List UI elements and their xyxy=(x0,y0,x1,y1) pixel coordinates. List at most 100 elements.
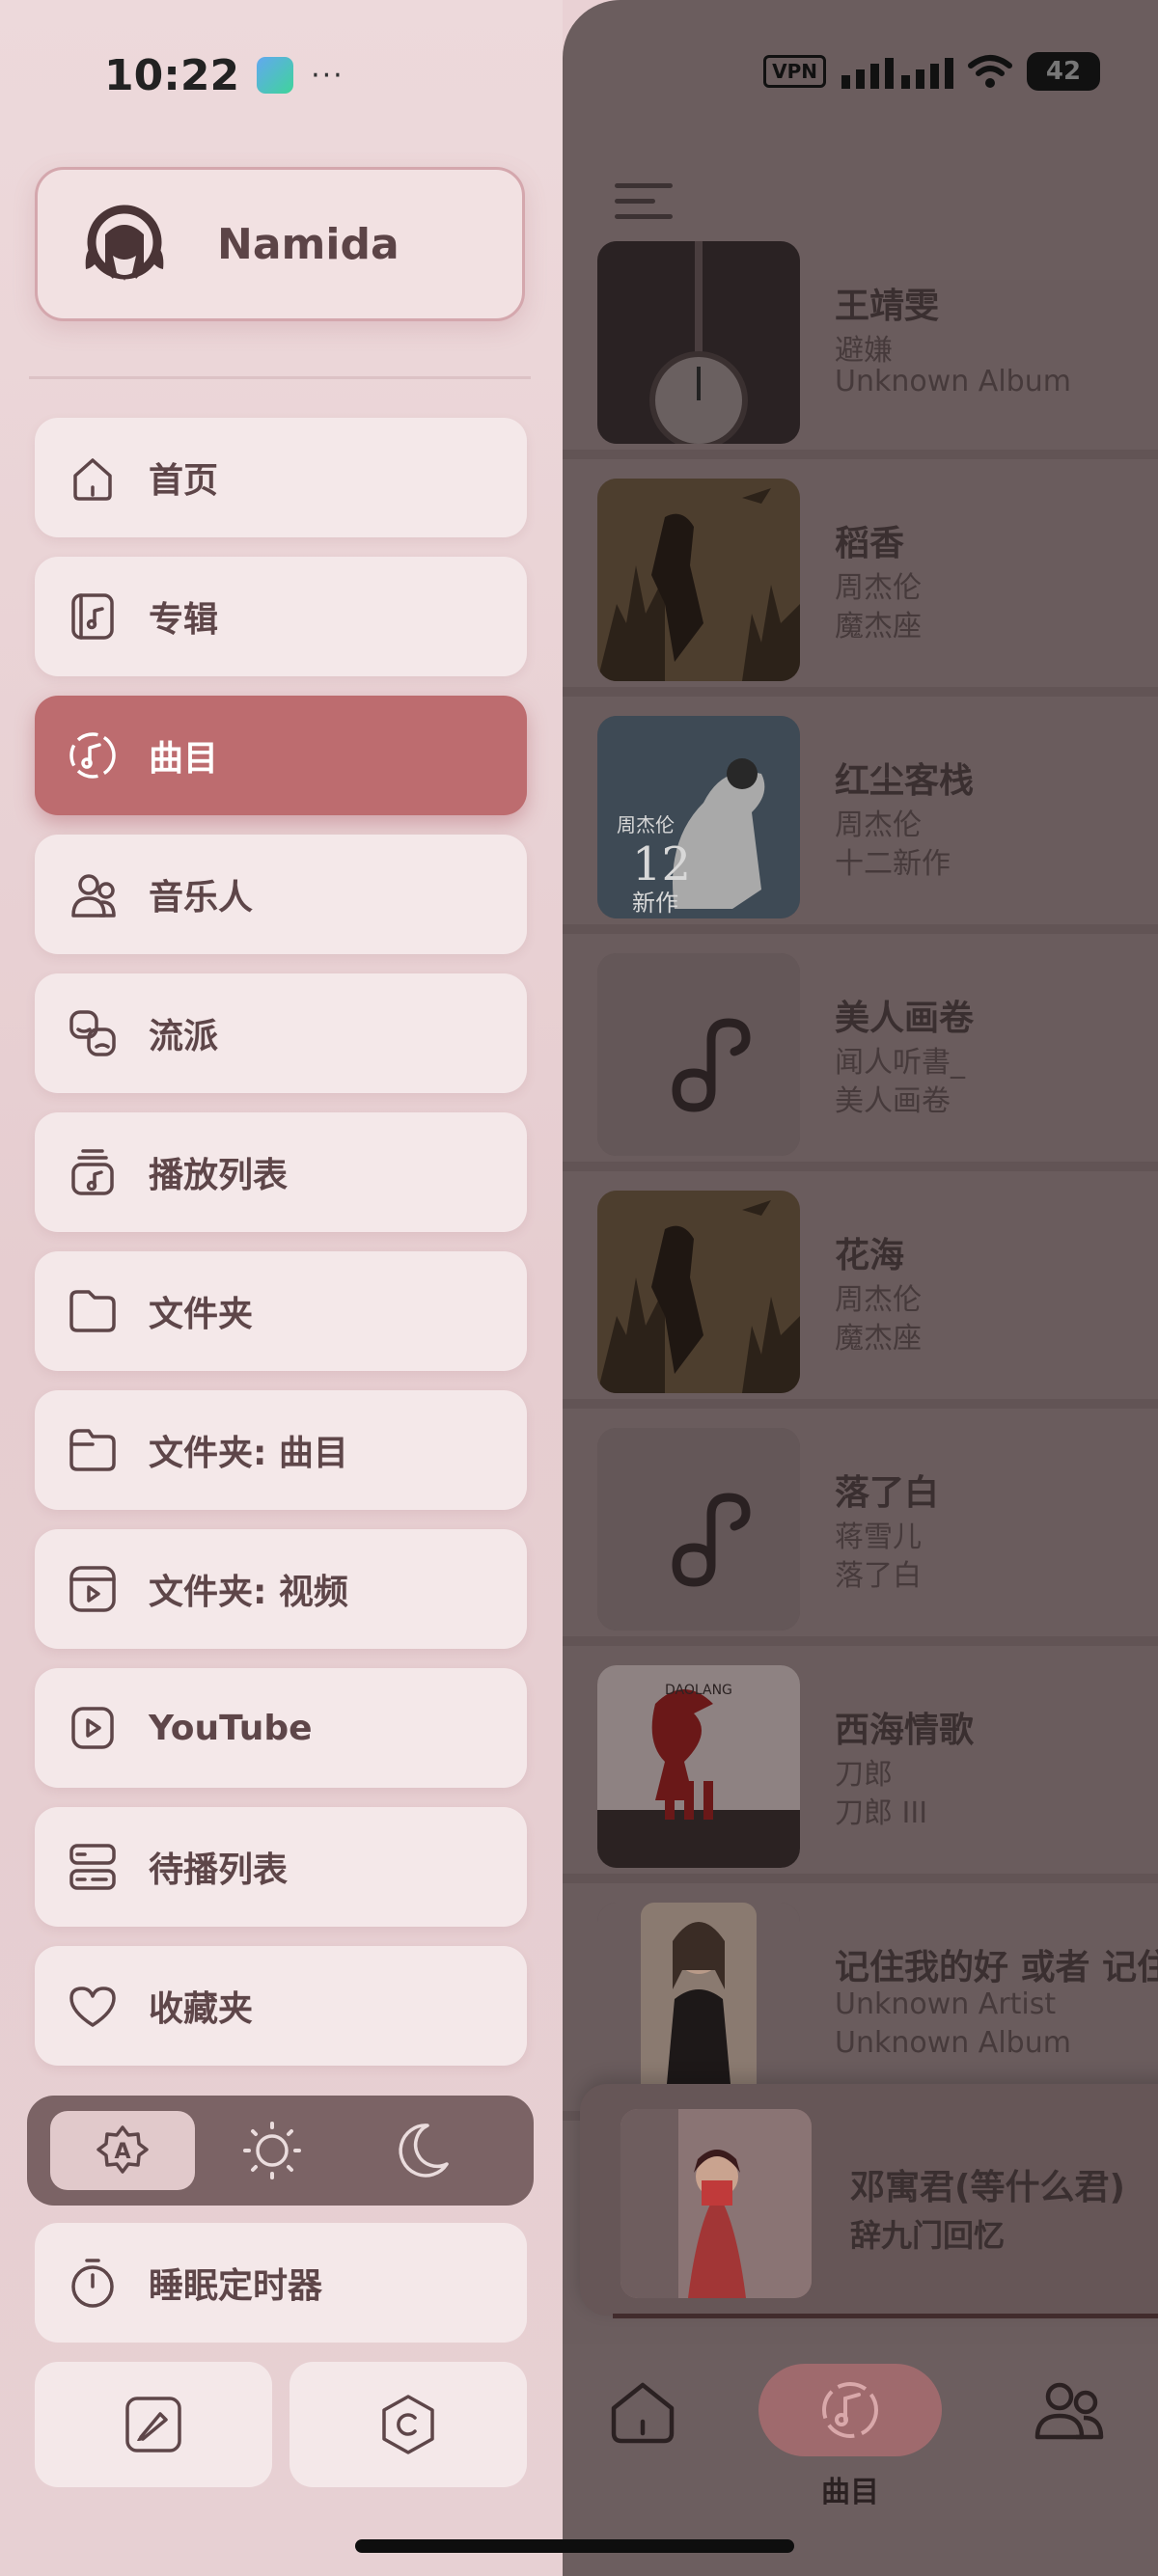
horse-cover-sub: 新作 xyxy=(632,890,678,917)
heart-icon xyxy=(69,1987,116,2027)
artists-icon xyxy=(1034,2382,1104,2440)
nav-home[interactable] xyxy=(590,2364,696,2456)
drawer-item-label: 首页 xyxy=(149,461,219,501)
track-title: 稻香 xyxy=(835,524,905,563)
tracks-page-overlay[interactable]: VPN 42 王靖雯 避嫌 Unknown Album 稻香 周杰伦 魔杰座 周杰伦 12 新作… xyxy=(563,0,1158,2576)
folder-icon xyxy=(69,1290,116,1332)
track-album: 美人画卷 xyxy=(835,1084,951,1118)
profile-card[interactable]: Namida xyxy=(35,167,525,321)
horse-cover-brand: 周杰伦 xyxy=(617,813,675,836)
track-artist: 蒋雪儿 xyxy=(835,1521,922,1554)
drawer-item-0[interactable]: 首页 xyxy=(35,418,527,537)
battery-indicator: 42 xyxy=(1027,52,1100,91)
drawer-item-1[interactable]: 专辑 xyxy=(35,557,527,676)
track-album: Unknown Album xyxy=(835,365,1071,398)
playback-progress[interactable] xyxy=(613,2314,1158,2318)
track-title: 王靖雯 xyxy=(835,287,940,326)
track-cover xyxy=(597,241,800,444)
drawer-item-label: 文件夹 xyxy=(149,1295,254,1334)
daolang-cover-text: DAOLANG xyxy=(665,1683,732,1698)
track-row[interactable]: 稻香 周杰伦 魔杰座 xyxy=(563,459,1158,697)
queue-icon xyxy=(69,1844,116,1890)
home-icon xyxy=(611,2382,675,2444)
drawer-item-8[interactable]: 文件夹: 视频 xyxy=(35,1529,527,1649)
track-row[interactable]: 花海 周杰伦 魔杰座 xyxy=(563,1171,1158,1409)
nav-tracks[interactable]: 曲目 xyxy=(758,2364,942,2510)
track-artist: 周杰伦 xyxy=(835,808,922,842)
signal-icon xyxy=(841,58,953,89)
drawer-item-10[interactable]: 待播列表 xyxy=(35,1807,527,1927)
now-playing-subtitle: 辞九门回忆 xyxy=(850,2217,1006,2254)
wifi-icon xyxy=(968,55,1012,88)
nav-artists[interactable] xyxy=(1016,2364,1122,2456)
track-title: 西海情歌 xyxy=(835,1711,975,1750)
vpn-indicator: VPN xyxy=(763,55,826,88)
nav-tracks-pill xyxy=(758,2364,942,2456)
home-icon xyxy=(73,458,112,501)
drawer-item-2[interactable]: 曲目 xyxy=(35,696,527,815)
track-title: 美人画卷 xyxy=(835,999,975,1038)
track-row[interactable]: 美人画卷 闻人听書_ 美人画卷 xyxy=(563,934,1158,1171)
menu-button[interactable] xyxy=(615,183,673,230)
playlist-icon xyxy=(71,1149,114,1195)
tracks-icon xyxy=(822,2382,878,2438)
track-cover xyxy=(597,479,800,681)
genres-icon xyxy=(69,1010,116,1056)
light-theme-icon xyxy=(243,2122,301,2179)
theme-switcher: A xyxy=(27,2096,534,2206)
drawer-item-label: 专辑 xyxy=(149,600,219,640)
tracks-icon xyxy=(69,732,116,779)
drawer-item-label: 播放列表 xyxy=(149,1156,289,1195)
drawer-item-11[interactable]: 收藏夹 xyxy=(35,1946,527,2066)
track-row[interactable]: DAOLANG 西海情歌刀郎刀郎 III xyxy=(563,1646,1158,1883)
mini-player[interactable]: 邓寓君(等什么君) 辞九门回忆 xyxy=(580,2084,1158,2316)
drawer-item-5[interactable]: 播放列表 xyxy=(35,1112,527,1232)
theme-option-light[interactable] xyxy=(200,2111,345,2190)
track-list: 王靖雯 避嫌 Unknown Album 稻香 周杰伦 魔杰座 周杰伦 12 新作 红尘客栈 周杰伦… xyxy=(563,241,1158,2121)
track-row[interactable]: 落了白 蒋雪儿 落了白 xyxy=(563,1409,1158,1646)
app-notification-icon xyxy=(257,57,294,94)
track-album: 落了白 xyxy=(835,1559,922,1593)
drawer-item-3[interactable]: 音乐人 xyxy=(35,835,527,954)
track-artist: 刀郎 xyxy=(835,1758,893,1792)
dark-theme-icon xyxy=(399,2124,449,2178)
home-indicator[interactable] xyxy=(355,2539,794,2553)
track-album: 魔杰座 xyxy=(835,610,922,644)
settings-button[interactable] xyxy=(290,2362,527,2487)
drawer-item-label: YouTube xyxy=(149,1708,313,1748)
drawer-item-4[interactable]: 流派 xyxy=(35,973,527,1093)
drawer-item-label: 音乐人 xyxy=(149,878,254,918)
now-playing-cover xyxy=(620,2109,812,2298)
track-title: 花海 xyxy=(835,1236,905,1275)
drawer-item-7[interactable]: 文件夹: 曲目 xyxy=(35,1390,527,1510)
track-row[interactable]: 王靖雯避嫌 Unknown Album xyxy=(563,241,1158,459)
drawer-item-label: 曲目 xyxy=(149,739,219,779)
drawer-item-9[interactable]: YouTube xyxy=(35,1668,527,1788)
artists-icon xyxy=(71,874,116,918)
track-album: 刀郎 III xyxy=(835,1796,928,1830)
divider xyxy=(29,376,531,379)
track-artist: 周杰伦 xyxy=(835,1283,922,1317)
track-artist: Unknown Artist xyxy=(835,1987,1057,2021)
profile-name: Namida xyxy=(217,219,400,269)
status-time: 10:22 xyxy=(104,50,240,100)
settings-icon xyxy=(382,2395,434,2454)
track-album: Unknown Album xyxy=(835,2026,1071,2060)
drawer-item-label: 流派 xyxy=(149,1017,219,1056)
drawer-item-6[interactable]: 文件夹 xyxy=(35,1251,527,1371)
track-cover xyxy=(597,953,800,1156)
track-album: 魔杰座 xyxy=(835,1322,922,1356)
customize-button[interactable] xyxy=(35,2362,272,2487)
track-cover xyxy=(597,1903,800,2105)
track-artist: 避嫌 xyxy=(835,334,893,368)
nav-tracks-label: 曲目 xyxy=(821,2476,879,2509)
sleep-timer-button[interactable]: 睡眠定时器 xyxy=(35,2223,527,2343)
album-icon xyxy=(71,593,114,640)
theme-option-auto[interactable]: A xyxy=(50,2111,195,2190)
drawer-item-label: 文件夹: 曲目 xyxy=(149,1434,348,1473)
theme-option-dark[interactable] xyxy=(349,2111,494,2190)
track-title: 红尘客栈 xyxy=(835,761,975,801)
status-bar-left: 10:22 ··· xyxy=(104,46,345,104)
drawer-item-label: 待播列表 xyxy=(149,1850,289,1890)
track-row[interactable]: 周杰伦 12 新作 红尘客栈 周杰伦 十二新作 xyxy=(563,697,1158,934)
